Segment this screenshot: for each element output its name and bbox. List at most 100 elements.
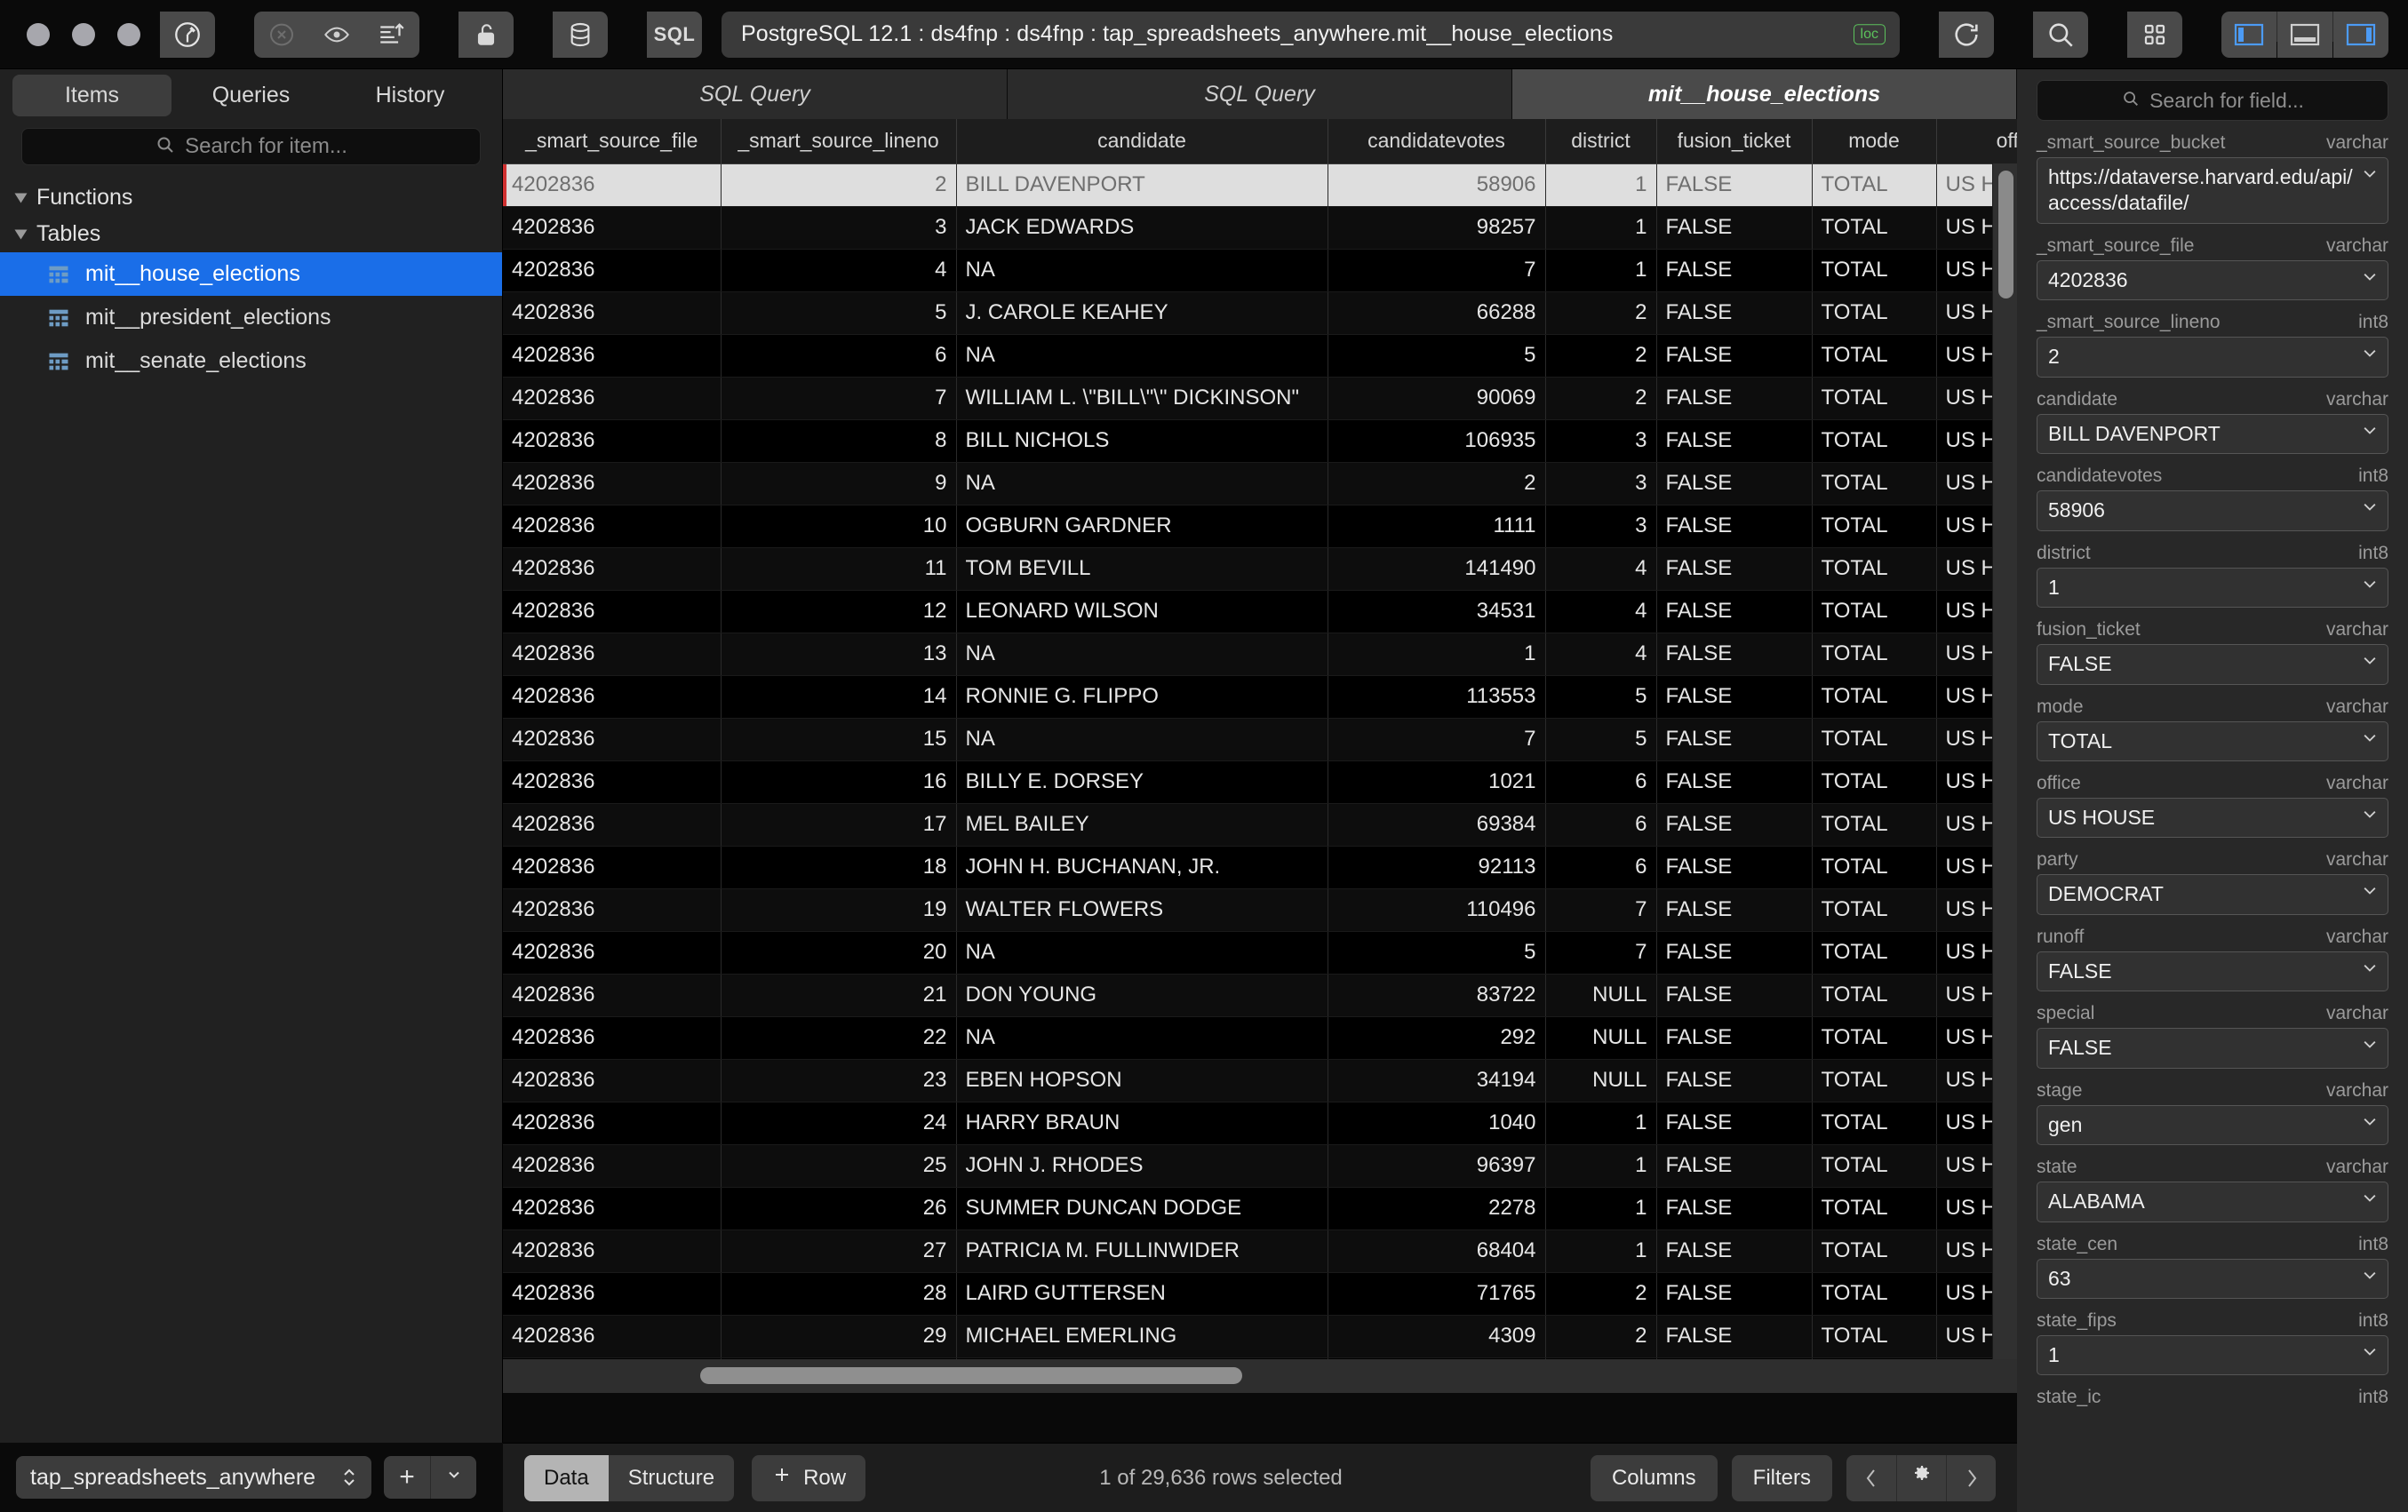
database-button[interactable] xyxy=(553,12,608,58)
table-cell[interactable]: TOTAL xyxy=(1812,590,1936,633)
table-cell[interactable]: 16 xyxy=(721,760,956,803)
table-cell[interactable]: TOTAL xyxy=(1812,846,1936,888)
field-value-select[interactable]: 1 xyxy=(2037,568,2388,608)
table-cell[interactable]: FALSE xyxy=(1656,718,1812,760)
table-cell[interactable]: 4202836 xyxy=(503,334,721,377)
table-cell[interactable]: 6 xyxy=(1545,803,1656,846)
grid-horizontal-scrollbar-thumb[interactable] xyxy=(700,1367,1242,1384)
table-cell[interactable]: FALSE xyxy=(1656,206,1812,249)
table-cell[interactable]: 69384 xyxy=(1328,803,1545,846)
item-search-input[interactable]: Search for item... xyxy=(21,128,481,165)
table-cell[interactable]: 4202836 xyxy=(503,633,721,675)
table-cell[interactable]: DON YOUNG xyxy=(956,974,1328,1016)
table-row[interactable]: 420283620NA57FALSETOTALUS HOU xyxy=(503,931,2017,974)
table-row[interactable]: 420283623EBEN HOPSON34194NULLFALSETOTALU… xyxy=(503,1059,2017,1102)
table-cell[interactable]: NA xyxy=(956,462,1328,505)
field-value-select[interactable]: 63 xyxy=(2037,1259,2388,1299)
table-cell[interactable]: FALSE xyxy=(1656,334,1812,377)
table-cell[interactable]: 2 xyxy=(1545,291,1656,334)
table-cell[interactable]: 4202836 xyxy=(503,1315,721,1357)
table-cell[interactable]: 141490 xyxy=(1328,547,1545,590)
table-cell[interactable]: 4 xyxy=(1545,633,1656,675)
table-row[interactable]: 420283611TOM BEVILL1414904FALSETOTALUS H… xyxy=(503,547,2017,590)
column-header-smart-source-file[interactable]: _smart_source_file xyxy=(503,119,721,163)
table-cell[interactable]: WALTER FLOWERS xyxy=(956,888,1328,931)
table-cell[interactable]: 92113 xyxy=(1328,846,1545,888)
table-cell[interactable]: 7 xyxy=(1545,931,1656,974)
table-cell[interactable]: 3 xyxy=(721,206,956,249)
tab-sql-query-2[interactable]: SQL Query xyxy=(1008,69,1512,119)
table-row[interactable]: 420283622NA292NULLFALSETOTALUS HOU xyxy=(503,1016,2017,1059)
table-cell[interactable]: 83722 xyxy=(1328,974,1545,1016)
table-cell[interactable]: FALSE xyxy=(1656,1059,1812,1102)
table-cell[interactable]: 1 xyxy=(1545,1102,1656,1144)
sidebar-item-mit-senate-elections[interactable]: mit__senate_elections xyxy=(0,339,502,383)
table-cell[interactable]: 5 xyxy=(1328,334,1545,377)
field-value-select[interactable]: https://dataverse.harvard.edu/api/access… xyxy=(2037,157,2388,224)
table-row[interactable]: 42028362BILL DAVENPORT589061FALSETOTALUS… xyxy=(503,163,2017,206)
table-cell[interactable]: 1021 xyxy=(1328,760,1545,803)
table-cell[interactable]: 21 xyxy=(721,974,956,1016)
table-cell[interactable]: 4202836 xyxy=(503,206,721,249)
sidebar-item-mit-house-elections[interactable]: mit__house_elections xyxy=(0,252,502,296)
table-cell[interactable]: NA xyxy=(956,718,1328,760)
table-cell[interactable]: 20 xyxy=(721,931,956,974)
table-cell[interactable]: 7 xyxy=(1328,249,1545,291)
table-cell[interactable]: 1 xyxy=(1545,206,1656,249)
table-cell[interactable]: 28 xyxy=(721,1272,956,1315)
table-cell[interactable]: JACK EDWARDS xyxy=(956,206,1328,249)
table-cell[interactable]: NA xyxy=(956,633,1328,675)
maximize-window-button[interactable] xyxy=(117,23,140,46)
table-row[interactable]: 420283621DON YOUNG83722NULLFALSETOTALUS … xyxy=(503,974,2017,1016)
table-cell[interactable]: 4202836 xyxy=(503,590,721,633)
table-cell[interactable]: 14 xyxy=(721,675,956,718)
table-cell[interactable]: 4 xyxy=(1545,547,1656,590)
table-cell[interactable]: BILL NICHOLS xyxy=(956,419,1328,462)
table-cell[interactable]: 106935 xyxy=(1328,419,1545,462)
table-cell[interactable]: 6 xyxy=(1545,760,1656,803)
column-header-mode[interactable]: mode xyxy=(1812,119,1936,163)
table-cell[interactable]: 4 xyxy=(1545,590,1656,633)
field-value-select[interactable]: 4202836 xyxy=(2037,260,2388,300)
table-row[interactable]: 420283628LAIRD GUTTERSEN717652FALSETOTAL… xyxy=(503,1272,2017,1315)
toggle-bottom-panel-button[interactable] xyxy=(2277,12,2332,58)
table-cell[interactable]: TOTAL xyxy=(1812,547,1936,590)
table-cell[interactable]: 4202836 xyxy=(503,718,721,760)
table-cell[interactable]: FALSE xyxy=(1656,462,1812,505)
field-value-select[interactable]: DEMOCRAT xyxy=(2037,874,2388,914)
table-cell[interactable]: 24 xyxy=(721,1102,956,1144)
table-cell[interactable]: LAIRD GUTTERSEN xyxy=(956,1272,1328,1315)
filters-button[interactable]: Filters xyxy=(1732,1455,1832,1501)
table-cell[interactable]: 1111 xyxy=(1328,505,1545,547)
table-cell[interactable]: 3 xyxy=(1545,462,1656,505)
table-cell[interactable]: 68404 xyxy=(1328,1229,1545,1272)
table-row[interactable]: 42028368BILL NICHOLS1069353FALSETOTALUS … xyxy=(503,419,2017,462)
table-cell[interactable]: 18 xyxy=(721,846,956,888)
sidebar-tab-queries[interactable]: Queries xyxy=(171,75,331,116)
table-cell[interactable]: 1 xyxy=(1545,249,1656,291)
previous-page-button[interactable] xyxy=(1846,1455,1896,1501)
table-cell[interactable]: TOTAL xyxy=(1812,334,1936,377)
table-cell[interactable]: TOTAL xyxy=(1812,505,1936,547)
table-cell[interactable]: 58906 xyxy=(1328,163,1545,206)
add-connection-button[interactable]: + xyxy=(384,1456,430,1499)
search-button[interactable] xyxy=(2033,12,2088,58)
table-cell[interactable]: 4202836 xyxy=(503,846,721,888)
field-value-select[interactable]: 1 xyxy=(2037,1335,2388,1375)
table-cell[interactable]: NULL xyxy=(1545,1059,1656,1102)
table-row[interactable]: 42028366NA52FALSETOTALUS HOU xyxy=(503,334,2017,377)
table-cell[interactable]: NULL xyxy=(1545,1016,1656,1059)
table-cell[interactable]: 2278 xyxy=(1328,1187,1545,1229)
table-cell[interactable]: 26 xyxy=(721,1187,956,1229)
table-cell[interactable]: TOTAL xyxy=(1812,1144,1936,1187)
table-cell[interactable]: 4202836 xyxy=(503,760,721,803)
table-cell[interactable]: FALSE xyxy=(1656,1016,1812,1059)
table-cell[interactable]: 90069 xyxy=(1328,377,1545,419)
table-cell[interactable]: 4202836 xyxy=(503,291,721,334)
table-cell[interactable]: 96397 xyxy=(1328,1144,1545,1187)
table-row[interactable]: 420283616BILLY E. DORSEY10216FALSETOTALU… xyxy=(503,760,2017,803)
field-value-select[interactable]: BILL DAVENPORT xyxy=(2037,414,2388,454)
table-cell[interactable]: 4202836 xyxy=(503,974,721,1016)
table-cell[interactable]: 15 xyxy=(721,718,956,760)
table-cell[interactable]: FALSE xyxy=(1656,931,1812,974)
